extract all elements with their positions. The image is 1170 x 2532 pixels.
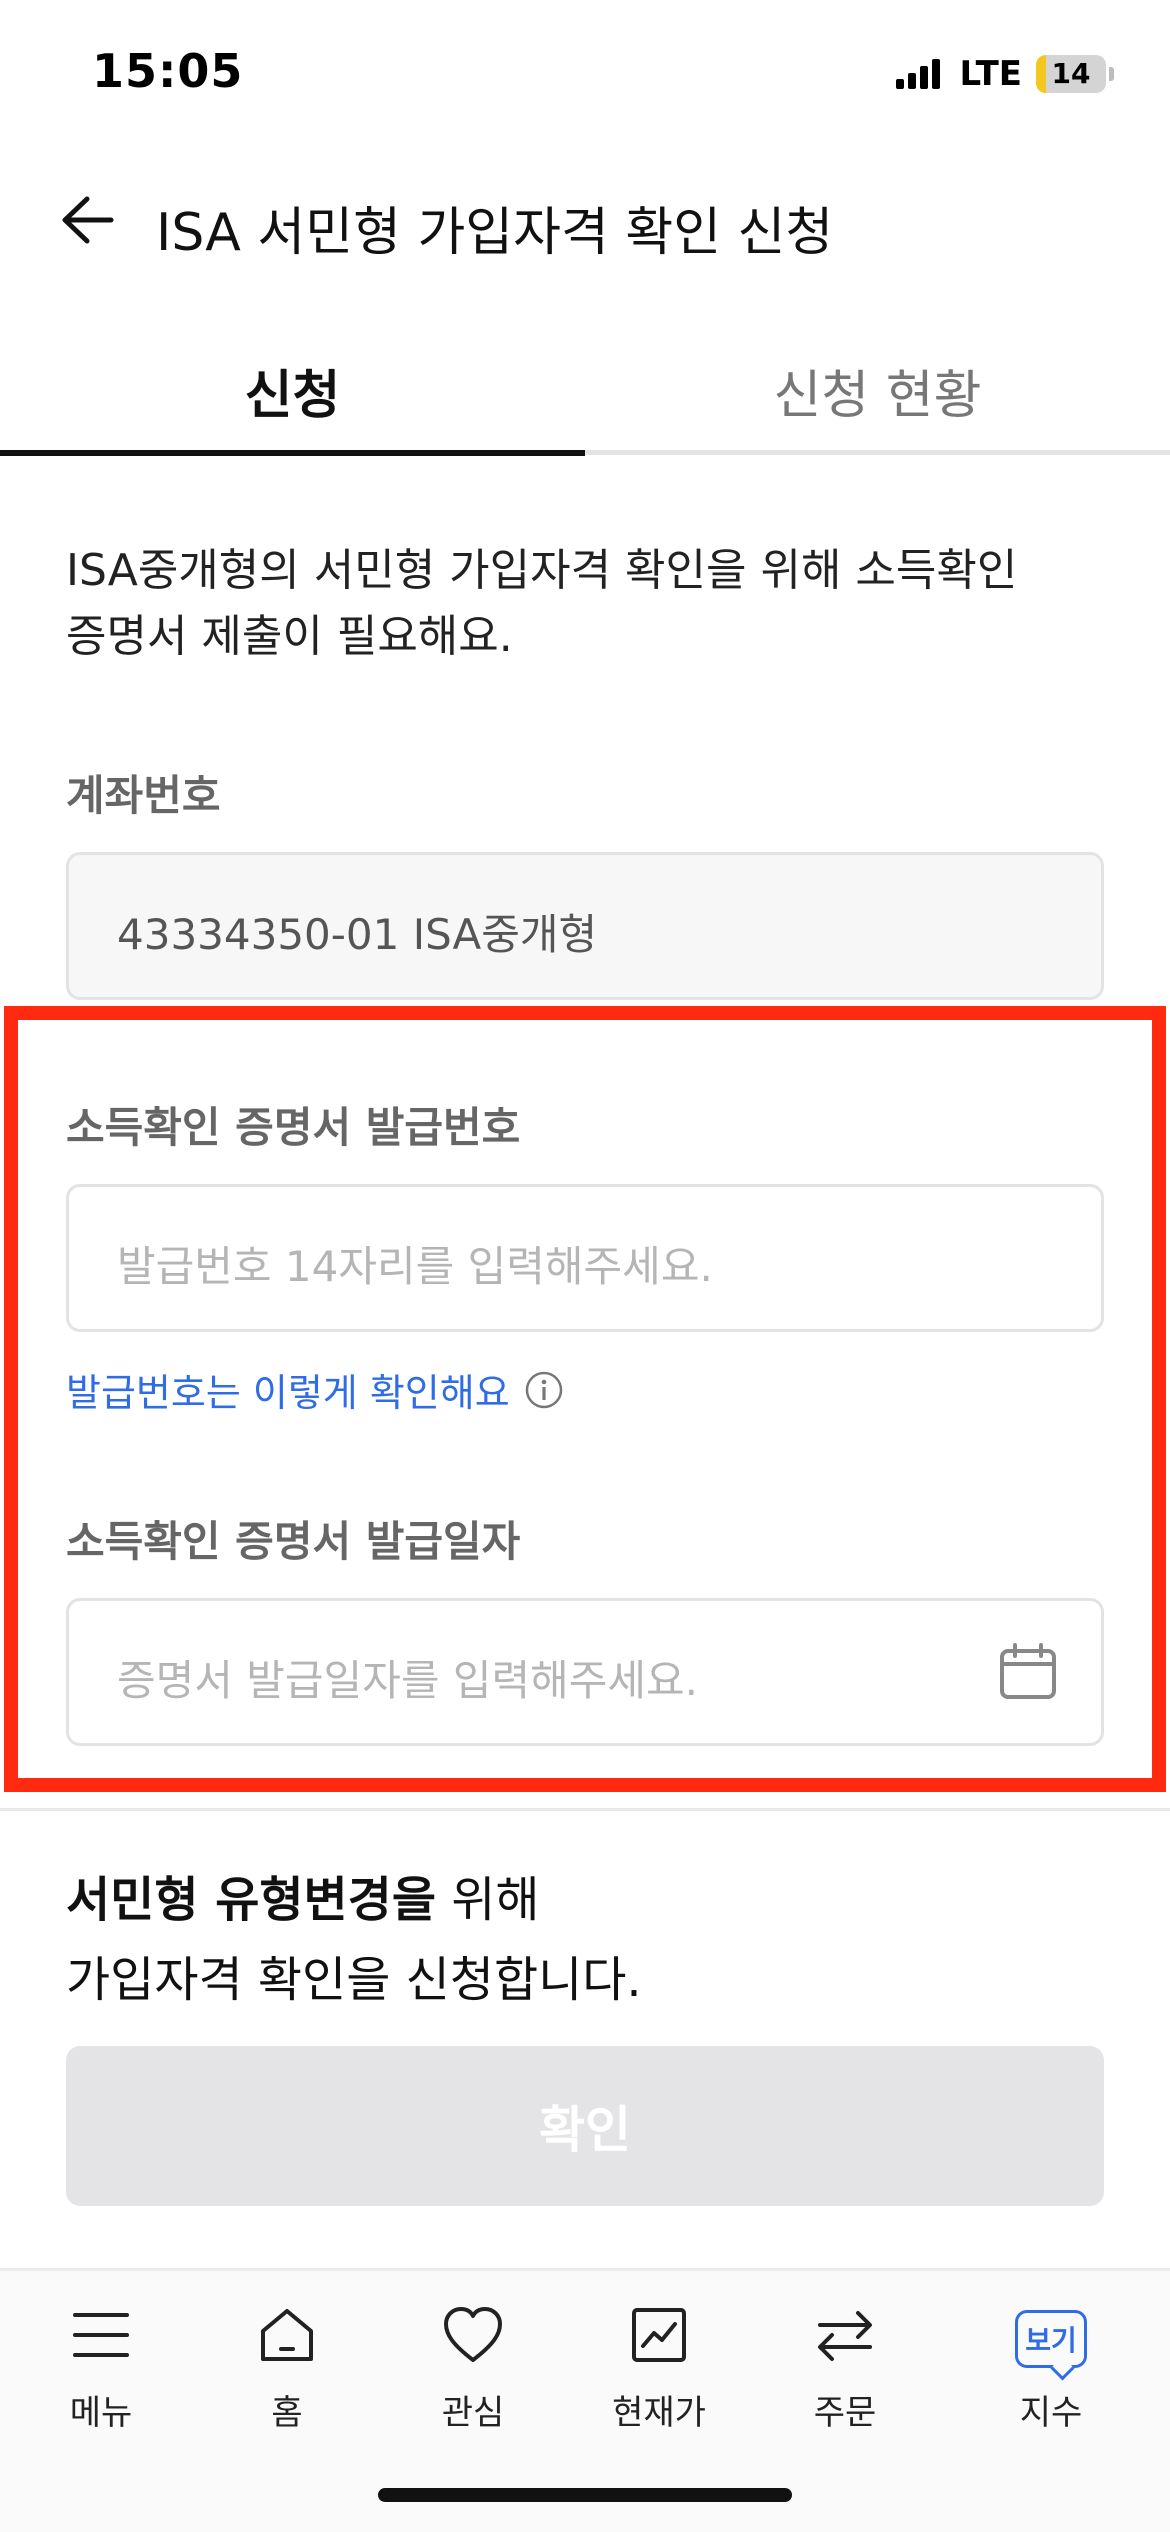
issue-number-help-link[interactable]: 발급번호는 이렇게 확인해요 [66,1362,564,1417]
tab-apply[interactable]: 신청 [0,320,585,460]
battery-cap [1109,67,1114,81]
tab-active-indicator [0,450,585,456]
issue-number-label: 소득확인 증명서 발급번호 [66,1103,521,1152]
intro-text: ISA중개형의 서민형 가입자격 확인을 위해 소득확인 증명서 제출이 필요해… [66,538,1126,670]
account-number-value: 43334350-01 ISA중개형 [117,910,598,959]
notice-text: 서민형 유형변경을 위해 가입자격 확인을 신청합니다. [66,1860,642,2020]
notice-bold: 서민형 유형변경을 [66,1872,436,1928]
nav-item-home[interactable]: 홈 [212,2299,362,2439]
notice-rest: 위해 [436,1872,540,1928]
info-icon [525,1371,562,1408]
notice-line-2: 가입자격 확인을 신청합니다. [66,1952,642,2008]
nav-item-watchlist[interactable]: 관심 [398,2299,548,2439]
battery-level: 14 [1051,57,1091,90]
nav-label-menu: 메뉴 [69,2393,133,2433]
status-bar: 15:05 LTE 14 [0,0,1170,150]
tab-bar: 신청 신청 현황 [0,320,1170,460]
home-icon [251,2299,323,2371]
account-number-label: 계좌번호 [66,771,221,820]
nav-label-order: 주문 [813,2393,877,2433]
back-button[interactable] [54,188,118,252]
nav-item-index[interactable]: 보기 지수 [976,2299,1126,2439]
nav-label-current-price: 현재가 [612,2393,706,2433]
notice-line-1: 서민형 유형변경을 위해 [66,1860,642,1940]
swap-arrows-icon [809,2299,881,2371]
issue-date-placeholder: 증명서 발급일자를 입력해주세요. [117,1656,699,1705]
intro-line-1: ISA중개형의 서민형 가입자격 확인을 위해 소득확인 [66,545,1018,596]
chart-icon [623,2299,695,2371]
calendar-icon[interactable] [997,1641,1059,1703]
nav-item-current-price[interactable]: 현재가 [584,2299,734,2439]
issue-number-placeholder: 발급번호 14자리를 입력해주세요. [117,1242,713,1291]
issue-number-input[interactable]: 발급번호 14자리를 입력해주세요. [66,1184,1104,1332]
nav-item-menu[interactable]: 메뉴 [26,2299,176,2439]
arrow-left-icon [62,196,114,244]
view-badge-icon: 보기 [1015,2299,1087,2371]
status-indicators: LTE 14 [895,52,1114,96]
issue-date-label: 소득확인 증명서 발급일자 [66,1517,521,1566]
issue-number-help-text: 발급번호는 이렇게 확인해요 [66,1371,510,1415]
app-header: ISA 서민형 가입자격 확인 신청 [0,170,1170,270]
account-number-field: 43334350-01 ISA중개형 [66,852,1104,1000]
nav-label-index: 지수 [1019,2393,1083,2433]
battery-icon: 14 [1036,55,1106,93]
intro-line-2: 증명서 제출이 필요해요. [66,611,513,662]
tab-application-status[interactable]: 신청 현황 [585,320,1170,460]
nav-item-order[interactable]: 주문 [770,2299,920,2439]
signal-icon [895,59,944,89]
confirm-button[interactable]: 확인 [66,2046,1104,2206]
page-title: ISA 서민형 가입자격 확인 신청 [156,203,834,263]
nav-label-watchlist: 관심 [441,2393,505,2433]
view-badge: 보기 [1015,2310,1087,2368]
menu-icon [65,2299,137,2371]
home-indicator [378,2488,792,2502]
status-time: 15:05 [92,44,244,98]
issue-date-input[interactable]: 증명서 발급일자를 입력해주세요. [66,1598,1104,1746]
section-divider [0,1808,1170,1811]
heart-icon [437,2299,509,2371]
nav-label-home: 홈 [271,2393,303,2433]
network-label: LTE [959,54,1022,94]
